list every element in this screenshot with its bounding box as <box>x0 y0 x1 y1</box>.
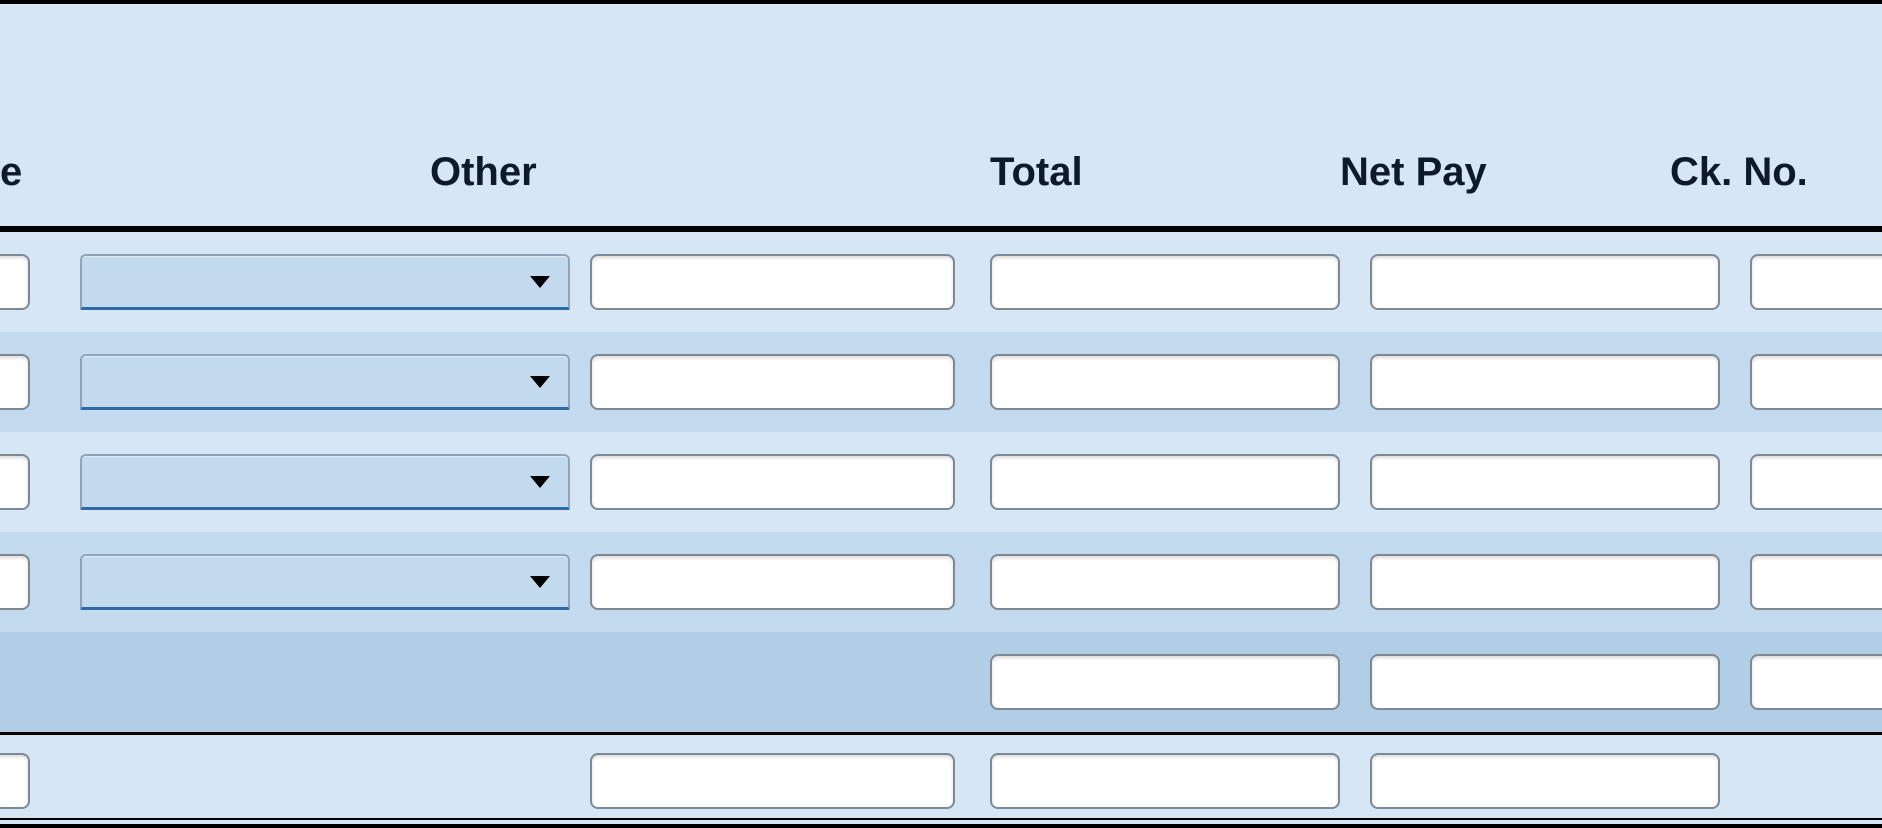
row4-netpay-input[interactable] <box>1370 554 1720 610</box>
row2-netpay-input[interactable] <box>1370 354 1720 410</box>
footer-total-input[interactable] <box>990 753 1340 809</box>
subtotal-total-input[interactable] <box>990 654 1340 710</box>
row2-leftfrag-input[interactable] <box>0 354 30 410</box>
chevron-down-icon <box>530 576 550 588</box>
row3-leftfrag-input[interactable] <box>0 454 30 510</box>
footer-other-amount-input[interactable] <box>590 753 955 809</box>
row2-other-select[interactable] <box>80 354 570 410</box>
row4-other-amount-input[interactable] <box>590 554 955 610</box>
row4-total-input[interactable] <box>990 554 1340 610</box>
row1-netpay-input[interactable] <box>1370 254 1720 310</box>
chevron-down-icon <box>530 376 550 388</box>
row1-other-select[interactable] <box>80 254 570 310</box>
chevron-down-icon <box>530 476 550 488</box>
row3-netpay-input[interactable] <box>1370 454 1720 510</box>
row1-ckno-input[interactable] <box>1750 254 1882 310</box>
subtotal-netpay-input[interactable] <box>1370 654 1720 710</box>
row3-other-select[interactable] <box>80 454 570 510</box>
row3-other-amount-input[interactable] <box>590 454 955 510</box>
row3-total-input[interactable] <box>990 454 1340 510</box>
footer-leftfrag-input[interactable] <box>0 753 30 809</box>
row2-total-input[interactable] <box>990 354 1340 410</box>
chevron-down-icon <box>530 276 550 288</box>
header-net-pay: Net Pay <box>1340 150 1487 195</box>
row1-other-amount-input[interactable] <box>590 254 955 310</box>
row2-other-amount-input[interactable] <box>590 354 955 410</box>
row4-leftfrag-input[interactable] <box>0 554 30 610</box>
row1-leftfrag-input[interactable] <box>0 254 30 310</box>
header-ck-no: Ck. No. <box>1670 150 1808 195</box>
header-total: Total <box>990 150 1083 195</box>
row2-ckno-input[interactable] <box>1750 354 1882 410</box>
header-other: Other <box>430 150 537 195</box>
row4-other-select[interactable] <box>80 554 570 610</box>
row4-ckno-input[interactable] <box>1750 554 1882 610</box>
row3-ckno-input[interactable] <box>1750 454 1882 510</box>
header-col0-partial: e <box>0 150 22 195</box>
row1-total-input[interactable] <box>990 254 1340 310</box>
footer-netpay-input[interactable] <box>1370 753 1720 809</box>
subtotal-ckno-input[interactable] <box>1750 654 1882 710</box>
